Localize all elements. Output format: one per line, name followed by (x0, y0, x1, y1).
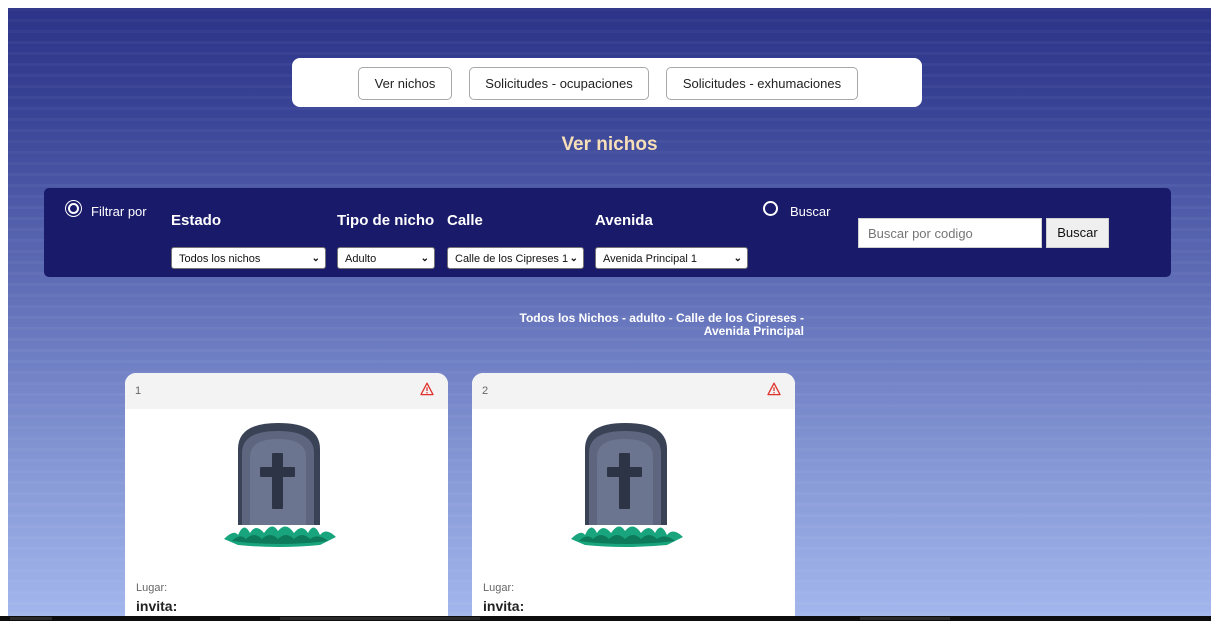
search-input[interactable] (858, 218, 1042, 248)
results-title: Todos los Nichos - adulto - Calle de los… (468, 312, 805, 338)
filter-radio[interactable] (66, 201, 81, 216)
chevron-down-icon: ⌄ (420, 253, 429, 264)
ver-nichos-button[interactable]: Ver nichos (358, 67, 452, 100)
top-nav: Ver nichos Solicitudes - ocupaciones Sol… (292, 58, 922, 107)
tombstone-icon (571, 423, 683, 547)
card-header: 1 (125, 373, 448, 409)
avenida-heading: Avenida (595, 212, 653, 229)
calle-heading: Calle (447, 212, 483, 229)
niche-card[interactable]: 2 Lugar: invita: (472, 373, 795, 616)
page-title: Ver nichos (561, 134, 658, 155)
chevron-down-icon: ⌄ (569, 253, 578, 264)
estado-heading: Estado (171, 212, 222, 229)
taskbar-strip (0, 616, 1211, 621)
invite-label: invita: (483, 598, 525, 614)
results-title-line2: Avenida Principal (703, 324, 804, 338)
card-number: 1 (135, 385, 142, 397)
calle-select[interactable]: Calle de los Cipreses 1 ⌄ (447, 247, 584, 269)
tombstone-icon (224, 423, 336, 547)
chevron-down-icon: ⌄ (311, 253, 320, 264)
solicitudes-ocupaciones-button[interactable]: Solicitudes - ocupaciones (469, 67, 649, 100)
taskbar-segment (860, 617, 950, 620)
taskbar-segment (10, 617, 52, 620)
warning-icon[interactable] (767, 382, 781, 396)
card-header: 2 (472, 373, 795, 409)
tipo-nicho-heading: Tipo de nicho (337, 212, 435, 229)
card-number: 2 (482, 385, 489, 397)
search-button[interactable]: Buscar (1046, 218, 1109, 248)
estado-select-value: Todos los nichos (179, 253, 261, 265)
niche-card[interactable]: 1 Lugar: invita: (125, 373, 448, 616)
tipo-nicho-select[interactable]: Adulto ⌄ (337, 247, 435, 269)
warning-icon[interactable] (420, 382, 434, 396)
search-radio-label: Buscar (790, 204, 831, 219)
place-label: Lugar: (136, 582, 168, 594)
avenida-select[interactable]: Avenida Principal 1 ⌄ (595, 247, 748, 269)
avenida-select-value: Avenida Principal 1 (603, 253, 697, 265)
tipo-nicho-select-value: Adulto (345, 253, 377, 265)
search-radio[interactable] (763, 201, 778, 216)
chevron-down-icon: ⌄ (733, 253, 742, 264)
estado-select[interactable]: Todos los nichos ⌄ (171, 247, 326, 269)
taskbar-segment (280, 617, 480, 620)
filter-panel: Filtrar por Estado Tipo de nicho Calle A… (44, 188, 1171, 277)
solicitudes-exhumaciones-button[interactable]: Solicitudes - exhumaciones (666, 67, 858, 100)
invite-label: invita: (136, 598, 178, 614)
place-label: Lugar: (483, 582, 515, 594)
calle-select-value: Calle de los Cipreses 1 (455, 253, 569, 265)
page-background: Ver nichos Solicitudes - ocupaciones Sol… (8, 8, 1211, 616)
filter-radio-label: Filtrar por (91, 204, 147, 219)
